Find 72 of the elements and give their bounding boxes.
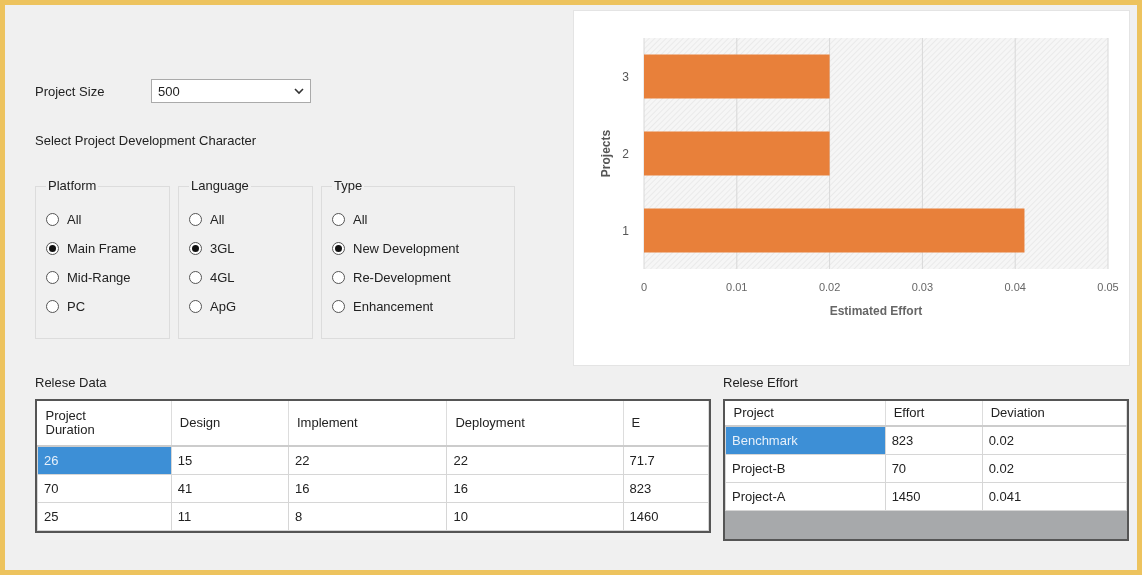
axis-tick-label: 0 bbox=[640, 281, 648, 293]
table-cell[interactable]: 0.02 bbox=[982, 426, 1127, 455]
axis-tick-label: 0.04 bbox=[1004, 281, 1026, 293]
field-label: Project Size bbox=[35, 83, 106, 99]
radio-label[interactable]: PC bbox=[67, 299, 86, 314]
section-label: Relese Effort bbox=[723, 375, 799, 392]
table-cell[interactable]: 15 bbox=[171, 446, 289, 475]
table-cell[interactable]: 8 bbox=[288, 502, 447, 531]
column-header: Implement bbox=[288, 401, 447, 446]
table-cell[interactable]: 10 bbox=[446, 502, 623, 531]
column-header: Effort bbox=[885, 401, 983, 426]
axis-tick-label: 0.03 bbox=[911, 281, 934, 293]
table-cell[interactable]: 22 bbox=[446, 446, 623, 475]
project-size-dropdown[interactable]: 500 bbox=[151, 79, 311, 103]
radio-button[interactable] bbox=[332, 271, 345, 284]
axis-tick-label: 0.01 bbox=[726, 281, 748, 293]
radio-label[interactable]: Mid-Range bbox=[67, 270, 131, 285]
radio-label[interactable]: All bbox=[67, 212, 82, 227]
column-header: Design bbox=[171, 401, 289, 446]
radio-button[interactable] bbox=[46, 213, 59, 226]
radio-button[interactable] bbox=[332, 213, 345, 226]
table-cell[interactable]: 0.041 bbox=[982, 482, 1127, 511]
table-cell[interactable]: 25 bbox=[37, 502, 172, 531]
table-cell[interactable]: Project-B bbox=[725, 454, 886, 483]
table-cell[interactable]: 823 bbox=[623, 474, 709, 503]
table-cell[interactable]: 1450 bbox=[885, 482, 983, 511]
axis-tick-label: 2 bbox=[622, 146, 629, 161]
table-cell[interactable]: 1460 bbox=[623, 502, 709, 531]
chevron-down-icon bbox=[294, 87, 304, 95]
column-header: Deviation bbox=[982, 401, 1127, 426]
radio-button[interactable] bbox=[46, 271, 59, 284]
radio-label[interactable]: 3GL bbox=[210, 241, 235, 256]
axis-tick-label: 0.02 bbox=[818, 281, 841, 293]
radio-button[interactable] bbox=[189, 213, 202, 226]
axis-tick-label: 0.05 bbox=[1097, 281, 1119, 293]
table-cell[interactable]: Project-A bbox=[725, 482, 886, 511]
radio-button[interactable] bbox=[189, 300, 202, 313]
group-title: Type bbox=[332, 178, 365, 193]
radio-label[interactable]: Re-Development bbox=[353, 270, 451, 285]
table-cell[interactable]: 0.02 bbox=[982, 454, 1127, 483]
table-cell[interactable]: 41 bbox=[171, 474, 289, 503]
radio-label[interactable]: Enhancement bbox=[353, 299, 434, 314]
axis-title: Projects bbox=[599, 129, 613, 178]
radio-label[interactable]: New Development bbox=[353, 241, 460, 256]
table-cell[interactable]: 71.7 bbox=[623, 446, 709, 475]
group-title: Language bbox=[189, 178, 251, 193]
radio-label[interactable]: All bbox=[210, 212, 225, 227]
section-label: Relese Data bbox=[35, 375, 108, 392]
radio-label[interactable]: 4GL bbox=[210, 270, 235, 285]
radio-button[interactable] bbox=[332, 242, 345, 255]
axis-tick-label: 1 bbox=[622, 223, 629, 238]
radio-button[interactable] bbox=[46, 242, 59, 255]
radio-button[interactable] bbox=[332, 300, 345, 313]
table-cell[interactable]: 22 bbox=[288, 446, 447, 475]
section-label: Select Project Development Character bbox=[35, 133, 258, 148]
column-header: E bbox=[623, 401, 709, 446]
radio-button[interactable] bbox=[189, 242, 202, 255]
radio-label[interactable]: Main Frame bbox=[67, 241, 137, 256]
radio-label[interactable]: ApG bbox=[210, 299, 236, 314]
radio-button[interactable] bbox=[46, 300, 59, 313]
axis-tick-label: 3 bbox=[622, 69, 629, 84]
column-header: Deployment bbox=[446, 401, 623, 446]
table-cell[interactable]: 16 bbox=[446, 474, 623, 503]
table-cell[interactable]: 70 bbox=[37, 474, 172, 503]
table-cell[interactable]: 16 bbox=[288, 474, 447, 503]
axis-title: Estimated Effort bbox=[829, 304, 923, 318]
table-cell[interactable]: 11 bbox=[171, 502, 289, 531]
table-cell[interactable]: 70 bbox=[885, 454, 983, 483]
radio-button[interactable] bbox=[189, 271, 202, 284]
group-title: Platform bbox=[46, 178, 99, 193]
radio-label[interactable]: All bbox=[353, 212, 368, 227]
table-cell[interactable]: 823 bbox=[885, 426, 983, 455]
